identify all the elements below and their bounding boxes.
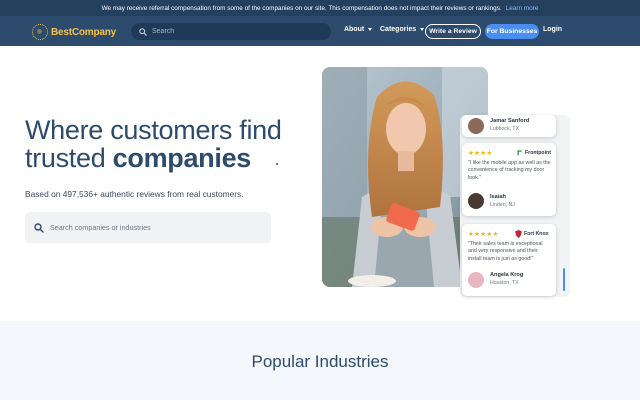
- nav-about-label: About: [344, 26, 365, 33]
- main-navbar: BestCompany About Categories Write a Rev…: [0, 16, 640, 46]
- reviewer-avatar: [468, 193, 484, 209]
- reviewer-name: Isaiah: [490, 194, 506, 200]
- review-quote: "I like the mobile app as well as the co…: [468, 160, 551, 181]
- hero-title: Where customers find trusted companies: [25, 116, 325, 172]
- logo-text: BestCompany: [51, 26, 117, 38]
- fortknox-brand-logo: Fort Knox: [515, 230, 549, 238]
- write-review-button[interactable]: Write a Review: [425, 24, 481, 39]
- star-rating-icon: ★★★★: [468, 150, 493, 157]
- reviewer-name: Angela Krog: [490, 272, 524, 278]
- nav-about[interactable]: About: [344, 26, 373, 33]
- hero-search-input[interactable]: [50, 223, 250, 232]
- reviewer-name: Jamar Sanford: [490, 118, 530, 124]
- learn-more-link[interactable]: Learn more: [506, 5, 539, 12]
- reviewer-location: Linden, NJ: [490, 202, 515, 208]
- hero-subtitle: Based on 497,536+ authentic reviews from…: [25, 189, 244, 199]
- logo[interactable]: BestCompany: [32, 24, 116, 40]
- referral-banner-text: We may receive referral compensation fro…: [101, 4, 502, 12]
- search-icon: [34, 222, 44, 233]
- review-quote: "Their sales team is exceptional and ver…: [468, 241, 543, 262]
- referral-banner: We may receive referral compensation fro…: [0, 0, 640, 16]
- review-card-2[interactable]: ★★★★ Frontpoint "I like the mobile app a…: [462, 143, 556, 216]
- reviewer-avatar: [468, 118, 484, 134]
- accent-dot: [276, 163, 278, 165]
- search-icon: [139, 27, 147, 36]
- frontpoint-brand-logo: Frontpoint: [516, 149, 551, 156]
- nav-search-input[interactable]: [152, 28, 312, 35]
- for-businesses-button[interactable]: For Businesses: [485, 24, 539, 39]
- frontpoint-brand-name: Frontpoint: [525, 149, 551, 156]
- fortknox-brand-name: Fort Knox: [524, 231, 549, 237]
- reviewer-location: Lubbock, TX: [490, 126, 520, 132]
- shield-icon: [515, 230, 522, 238]
- reviewer-location: Houston, TX: [490, 280, 519, 286]
- reviewer-avatar: [468, 272, 484, 288]
- laurel-logo-icon: [32, 24, 48, 40]
- popular-industries-title: Popular Industries: [251, 352, 389, 371]
- hero-search-bar[interactable]: [25, 212, 271, 243]
- login-link[interactable]: Login: [543, 26, 562, 33]
- chevron-down-icon: [420, 28, 425, 31]
- nav-categories[interactable]: Categories: [380, 26, 425, 33]
- hero-title-line1: Where customers find: [25, 115, 282, 145]
- frontpoint-logo-icon: [517, 150, 522, 156]
- nav-search-bar[interactable]: [131, 23, 331, 40]
- review-card-3[interactable]: ★★★★★ Fort Knox "Their sales team is exc…: [462, 224, 556, 296]
- hero-title-regular: trusted: [25, 143, 113, 173]
- star-rating-icon: ★★★★★: [468, 231, 499, 238]
- nav-categories-label: Categories: [380, 26, 417, 33]
- review-card-1[interactable]: Jamar Sanford Lubbock, TX: [462, 115, 556, 137]
- chevron-down-icon: [368, 28, 373, 31]
- reviews-scrollbar[interactable]: [563, 268, 565, 291]
- hero-title-line2: trusted companies: [25, 144, 325, 172]
- hero-title-bold: companies: [112, 143, 252, 173]
